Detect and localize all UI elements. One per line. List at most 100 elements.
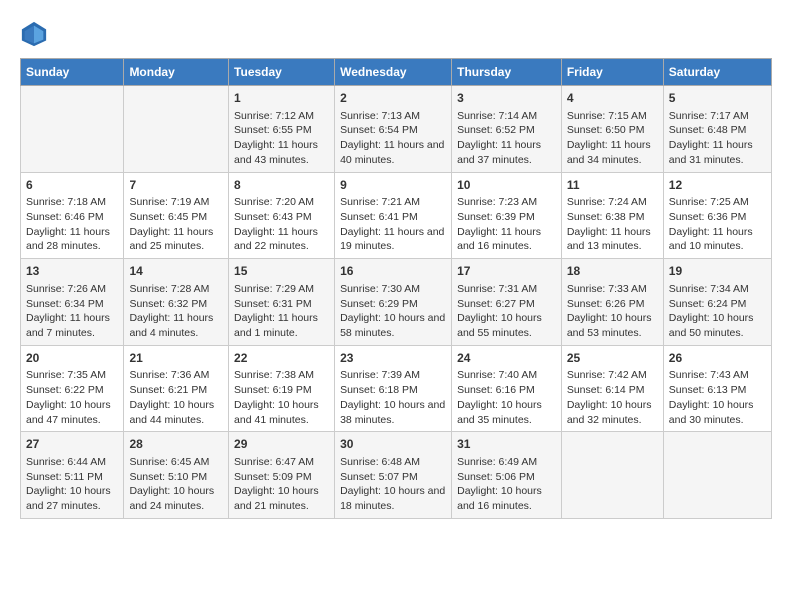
day-number: 10 xyxy=(457,177,556,194)
calendar-cell xyxy=(21,86,124,173)
day-number: 19 xyxy=(669,263,766,280)
calendar-cell: 3 Sunrise: 7:14 AM Sunset: 6:52 PM Daylig… xyxy=(452,86,562,173)
calendar-cell: 14 Sunrise: 7:28 AM Sunset: 6:32 PM Dayli… xyxy=(124,259,229,346)
day-number: 23 xyxy=(340,350,446,367)
calendar-cell xyxy=(663,432,771,519)
day-info: Sunrise: 6:47 AM Sunset: 5:09 PM Dayligh… xyxy=(234,455,329,514)
day-info: Sunrise: 7:15 AM Sunset: 6:50 PM Dayligh… xyxy=(567,109,658,168)
day-number: 15 xyxy=(234,263,329,280)
calendar-cell: 28 Sunrise: 6:45 AM Sunset: 5:10 PM Dayli… xyxy=(124,432,229,519)
day-number: 21 xyxy=(129,350,223,367)
calendar-cell: 6Sunrise: 7:18 AM Sunset: 6:46 PM Daylig… xyxy=(21,172,124,259)
logo-icon xyxy=(20,20,48,48)
calendar-week-row: 27 Sunrise: 6:44 AM Sunset: 5:11 PM Dayli… xyxy=(21,432,772,519)
calendar-cell xyxy=(561,432,663,519)
day-info: Sunrise: 7:31 AM Sunset: 6:27 PM Dayligh… xyxy=(457,282,556,341)
day-of-week-header: Saturday xyxy=(663,59,771,86)
day-number: 27 xyxy=(26,436,118,453)
calendar-cell: 2 Sunrise: 7:13 AM Sunset: 6:54 PM Daylig… xyxy=(335,86,452,173)
day-of-week-header: Monday xyxy=(124,59,229,86)
day-info: Sunrise: 7:24 AM Sunset: 6:38 PM Dayligh… xyxy=(567,195,658,254)
day-info: Sunrise: 6:44 AM Sunset: 5:11 PM Dayligh… xyxy=(26,455,118,514)
day-info: Sunrise: 7:21 AM Sunset: 6:41 PM Dayligh… xyxy=(340,195,446,254)
calendar-cell: 22Sunrise: 7:38 AM Sunset: 6:19 PM Dayli… xyxy=(229,345,335,432)
calendar-cell: 24Sunrise: 7:40 AM Sunset: 6:16 PM Dayli… xyxy=(452,345,562,432)
day-number: 4 xyxy=(567,90,658,107)
day-info: Sunrise: 7:28 AM Sunset: 6:32 PM Dayligh… xyxy=(129,282,223,341)
calendar-week-row: 6Sunrise: 7:18 AM Sunset: 6:46 PM Daylig… xyxy=(21,172,772,259)
calendar-cell: 19 Sunrise: 7:34 AM Sunset: 6:24 PM Dayli… xyxy=(663,259,771,346)
day-info: Sunrise: 7:40 AM Sunset: 6:16 PM Dayligh… xyxy=(457,368,556,427)
calendar-cell: 30 Sunrise: 6:48 AM Sunset: 5:07 PM Dayli… xyxy=(335,432,452,519)
day-info: Sunrise: 7:14 AM Sunset: 6:52 PM Dayligh… xyxy=(457,109,556,168)
day-number: 18 xyxy=(567,263,658,280)
day-number: 11 xyxy=(567,177,658,194)
day-number: 31 xyxy=(457,436,556,453)
day-number: 20 xyxy=(26,350,118,367)
day-info: Sunrise: 7:38 AM Sunset: 6:19 PM Dayligh… xyxy=(234,368,329,427)
day-of-week-header: Thursday xyxy=(452,59,562,86)
day-number: 28 xyxy=(129,436,223,453)
day-number: 5 xyxy=(669,90,766,107)
calendar-cell: 17 Sunrise: 7:31 AM Sunset: 6:27 PM Dayli… xyxy=(452,259,562,346)
day-info: Sunrise: 7:42 AM Sunset: 6:14 PM Dayligh… xyxy=(567,368,658,427)
calendar-week-row: 13 Sunrise: 7:26 AM Sunset: 6:34 PM Dayli… xyxy=(21,259,772,346)
day-number: 2 xyxy=(340,90,446,107)
day-info: Sunrise: 6:45 AM Sunset: 5:10 PM Dayligh… xyxy=(129,455,223,514)
day-of-week-header: Tuesday xyxy=(229,59,335,86)
day-number: 16 xyxy=(340,263,446,280)
day-info: Sunrise: 7:26 AM Sunset: 6:34 PM Dayligh… xyxy=(26,282,118,341)
calendar-cell xyxy=(124,86,229,173)
calendar-week-row: 1 Sunrise: 7:12 AM Sunset: 6:55 PM Daylig… xyxy=(21,86,772,173)
day-info: Sunrise: 7:20 AM Sunset: 6:43 PM Dayligh… xyxy=(234,195,329,254)
day-info: Sunrise: 7:12 AM Sunset: 6:55 PM Dayligh… xyxy=(234,109,329,168)
calendar-cell: 15 Sunrise: 7:29 AM Sunset: 6:31 PM Dayli… xyxy=(229,259,335,346)
day-number: 13 xyxy=(26,263,118,280)
day-number: 24 xyxy=(457,350,556,367)
calendar-cell: 20Sunrise: 7:35 AM Sunset: 6:22 PM Dayli… xyxy=(21,345,124,432)
day-info: Sunrise: 7:34 AM Sunset: 6:24 PM Dayligh… xyxy=(669,282,766,341)
day-of-week-header: Friday xyxy=(561,59,663,86)
page-header xyxy=(20,20,772,48)
day-number: 8 xyxy=(234,177,329,194)
calendar-table: SundayMondayTuesdayWednesdayThursdayFrid… xyxy=(20,58,772,519)
day-info: Sunrise: 7:13 AM Sunset: 6:54 PM Dayligh… xyxy=(340,109,446,168)
day-info: Sunrise: 7:33 AM Sunset: 6:26 PM Dayligh… xyxy=(567,282,658,341)
calendar-cell: 26Sunrise: 7:43 AM Sunset: 6:13 PM Dayli… xyxy=(663,345,771,432)
calendar-cell: 13 Sunrise: 7:26 AM Sunset: 6:34 PM Dayli… xyxy=(21,259,124,346)
day-info: Sunrise: 7:30 AM Sunset: 6:29 PM Dayligh… xyxy=(340,282,446,341)
day-info: Sunrise: 7:29 AM Sunset: 6:31 PM Dayligh… xyxy=(234,282,329,341)
calendar-cell: 25Sunrise: 7:42 AM Sunset: 6:14 PM Dayli… xyxy=(561,345,663,432)
calendar-cell: 18 Sunrise: 7:33 AM Sunset: 6:26 PM Dayli… xyxy=(561,259,663,346)
day-number: 7 xyxy=(129,177,223,194)
day-of-week-header: Sunday xyxy=(21,59,124,86)
day-number: 1 xyxy=(234,90,329,107)
day-number: 30 xyxy=(340,436,446,453)
calendar-cell: 27 Sunrise: 6:44 AM Sunset: 5:11 PM Dayli… xyxy=(21,432,124,519)
calendar-cell: 7Sunrise: 7:19 AM Sunset: 6:45 PM Daylig… xyxy=(124,172,229,259)
calendar-cell: 16 Sunrise: 7:30 AM Sunset: 6:29 PM Dayli… xyxy=(335,259,452,346)
calendar-header-row: SundayMondayTuesdayWednesdayThursdayFrid… xyxy=(21,59,772,86)
day-number: 3 xyxy=(457,90,556,107)
day-info: Sunrise: 7:23 AM Sunset: 6:39 PM Dayligh… xyxy=(457,195,556,254)
calendar-cell: 29 Sunrise: 6:47 AM Sunset: 5:09 PM Dayli… xyxy=(229,432,335,519)
day-info: Sunrise: 7:36 AM Sunset: 6:21 PM Dayligh… xyxy=(129,368,223,427)
day-number: 14 xyxy=(129,263,223,280)
day-info: Sunrise: 6:49 AM Sunset: 5:06 PM Dayligh… xyxy=(457,455,556,514)
day-number: 22 xyxy=(234,350,329,367)
calendar-cell: 1 Sunrise: 7:12 AM Sunset: 6:55 PM Daylig… xyxy=(229,86,335,173)
day-number: 6 xyxy=(26,177,118,194)
calendar-week-row: 20Sunrise: 7:35 AM Sunset: 6:22 PM Dayli… xyxy=(21,345,772,432)
calendar-cell: 11Sunrise: 7:24 AM Sunset: 6:38 PM Dayli… xyxy=(561,172,663,259)
day-number: 17 xyxy=(457,263,556,280)
day-number: 25 xyxy=(567,350,658,367)
day-info: Sunrise: 7:35 AM Sunset: 6:22 PM Dayligh… xyxy=(26,368,118,427)
day-of-week-header: Wednesday xyxy=(335,59,452,86)
calendar-cell: 9Sunrise: 7:21 AM Sunset: 6:41 PM Daylig… xyxy=(335,172,452,259)
calendar-cell: 5Sunrise: 7:17 AM Sunset: 6:48 PM Daylig… xyxy=(663,86,771,173)
day-info: Sunrise: 6:48 AM Sunset: 5:07 PM Dayligh… xyxy=(340,455,446,514)
calendar-cell: 31 Sunrise: 6:49 AM Sunset: 5:06 PM Dayli… xyxy=(452,432,562,519)
day-info: Sunrise: 7:18 AM Sunset: 6:46 PM Dayligh… xyxy=(26,195,118,254)
day-number: 29 xyxy=(234,436,329,453)
logo xyxy=(20,20,52,48)
